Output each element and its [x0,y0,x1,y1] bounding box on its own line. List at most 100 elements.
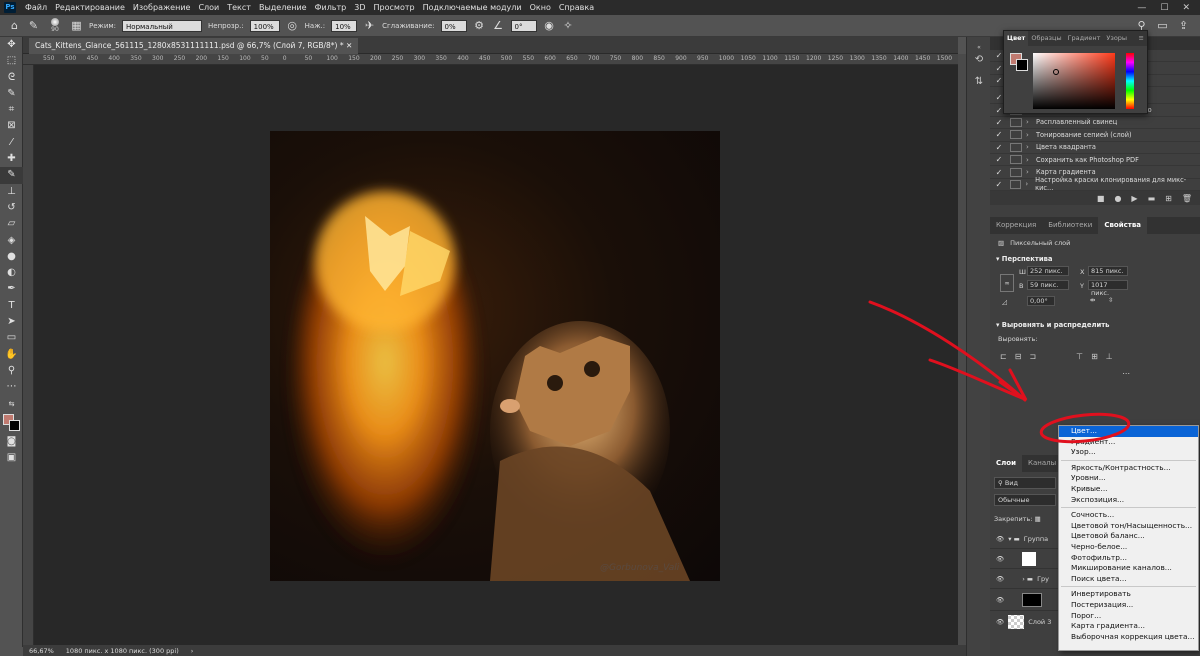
crop-tool-icon[interactable]: ⌗ [0,102,23,118]
tab-layers[interactable]: Слои [990,455,1022,472]
action-row[interactable]: ✓ › Тонирование сепией (слой) [990,129,1200,142]
history-panel-icon[interactable]: ⟲ [967,49,991,71]
visibility-eye-icon[interactable]: 👁 [996,618,1004,626]
play-icon[interactable]: ▶ [1131,194,1137,203]
brush-tool-icon[interactable]: ✎ [0,167,23,184]
check-icon[interactable]: ✓ [992,180,1006,189]
menu-item[interactable]: Цветовой баланс... [1059,531,1198,542]
type-tool-icon[interactable]: T [0,298,23,314]
check-icon[interactable]: ✓ [992,118,1006,127]
menu-4[interactable]: Текст [223,3,255,12]
pressure-size-icon[interactable]: ◉ [543,19,556,32]
airbrush-icon[interactable]: ✈ [363,19,376,32]
action-row[interactable]: ✓ › Сохранить как Photoshop PDF [990,154,1200,167]
panel-menu-icon[interactable]: ≡ [1136,31,1147,46]
tab-channels[interactable]: Каналы [1022,455,1062,472]
menu-7[interactable]: 3D [350,3,369,12]
lasso-tool-icon[interactable]: ᘓ [0,70,23,86]
width-input[interactable]: 252 пикс. [1027,266,1069,277]
close-tab-icon[interactable]: ✕ [346,41,352,50]
path-select-tool-icon[interactable]: ➤ [0,314,23,330]
close-icon[interactable]: ✕ [1182,3,1190,13]
status-arrow-icon[interactable]: › [191,647,194,655]
smoothing-input[interactable]: 0% [440,19,467,32]
move-tool-icon[interactable]: ✥ [0,37,23,53]
expand-arrow-icon[interactable]: › [1026,131,1036,139]
stop-icon[interactable]: ■ [1097,194,1105,203]
pressure-input[interactable]: 10% [331,19,358,32]
tab-patterns[interactable]: Узоры [1103,31,1130,46]
expand-arrow-icon[interactable]: › [1026,118,1036,126]
expand-arrow-icon[interactable]: › [1026,168,1036,176]
quick-select-tool-icon[interactable]: ✎ [0,86,23,102]
check-icon[interactable]: ✓ [992,155,1006,164]
menu-item[interactable]: Яркость/Контрастность... [1059,463,1198,474]
menu-item[interactable]: Цветовой тон/Насыщенность... [1059,521,1198,532]
menu-0[interactable]: Файл [21,3,51,12]
layer-row[interactable]: 👁 [990,549,1060,569]
dialog-toggle-box[interactable] [1010,142,1022,152]
opacity-input[interactable]: 100% [249,19,280,32]
hue-slider[interactable] [1126,53,1134,109]
menu-10[interactable]: Окно [526,3,555,12]
eyedropper-tool-icon[interactable]: ⁄ [0,135,23,151]
color-field[interactable] [1033,53,1115,109]
symmetry-icon[interactable]: ✧ [562,19,575,32]
layer-filter-select[interactable]: ⚲ Вид [994,477,1056,489]
pen-tool-icon[interactable]: ✒ [0,281,23,297]
screen-mode-icon[interactable]: ▣ [0,450,23,466]
mode-select[interactable]: Нормальный [122,19,203,32]
background-color-swatch[interactable] [9,419,20,431]
tab-adjustments[interactable]: Коррекция [990,217,1042,234]
menu-1[interactable]: Редактирование [51,3,129,12]
menu-item[interactable]: Фотофильтр... [1059,553,1198,564]
tab-properties[interactable]: Свойства [1098,217,1147,235]
menu-11[interactable]: Справка [555,3,598,12]
color-picker-cursor[interactable] [1053,69,1059,75]
document-canvas[interactable]: @Gorbunova_Vali [270,131,720,581]
menu-5[interactable]: Выделение [255,3,311,12]
menu-8[interactable]: Просмотр [370,3,419,12]
menu-3[interactable]: Слои [194,3,223,12]
action-row[interactable]: ✓ › Расплавленный свинец [990,117,1200,130]
paint-bucket-tool-icon[interactable]: ◈ [0,233,23,249]
delete-icon[interactable]: 🗑 [1182,194,1192,203]
brush-tool-icon[interactable]: ✎ [27,19,40,32]
eraser-tool-icon[interactable]: ▱ [0,216,23,232]
zoom-level[interactable]: 66,67% [29,647,54,655]
frame-tool-icon[interactable]: ⊠ [0,118,23,134]
layer-row[interactable]: 👁 [990,589,1060,611]
document-tab[interactable]: Cats_Kittens_Glance_561115_1280x85311111… [29,38,359,54]
tab-swatches[interactable]: Образцы [1028,31,1064,46]
adjust-panel-icon[interactable]: ⇅ [967,71,991,93]
quick-mask-icon[interactable]: ◙ [0,434,23,450]
marquee-tool-icon[interactable]: ⬚ [0,53,23,69]
visibility-eye-icon[interactable]: 👁 [996,596,1004,604]
healing-brush-tool-icon[interactable]: ✚ [0,151,23,167]
folder-icon[interactable]: ▬ [1148,194,1156,203]
home-icon[interactable]: ⌂ [8,19,21,32]
blend-mode-select[interactable]: Обычные [994,494,1056,506]
menu-item[interactable]: Черно-белое... [1059,542,1198,553]
tab-gradients[interactable]: Градиент [1065,31,1104,46]
visibility-eye-icon[interactable]: 👁 [996,575,1004,583]
brush-preset-picker[interactable]: 90 [46,18,64,33]
dialog-toggle-box[interactable] [1010,167,1022,177]
check-icon[interactable]: ✓ [992,168,1006,177]
check-icon[interactable]: ✓ [992,143,1006,152]
bg-color-chip[interactable] [1016,59,1028,71]
dialog-toggle-box[interactable] [1010,130,1022,140]
menu-item[interactable]: Постеризация... [1059,600,1198,611]
workspace-icon[interactable]: ▭ [1156,19,1169,32]
menu-item[interactable]: Инвертировать [1059,589,1198,600]
check-icon[interactable]: ✓ [992,130,1006,139]
angle-input[interactable]: 0° [510,19,537,32]
menu-item[interactable]: Поиск цвета... [1059,574,1198,585]
layer-row[interactable]: 👁 › ▬ Гру [990,569,1060,589]
minimize-icon[interactable]: — [1137,3,1146,13]
expand-arrow-icon[interactable]: › [1025,180,1035,188]
hand-tool-icon[interactable]: ✋ [0,347,23,363]
maximize-icon[interactable]: ☐ [1160,3,1168,13]
share-icon[interactable]: ⇪ [1177,19,1190,32]
dialog-toggle-box[interactable] [1010,117,1022,127]
